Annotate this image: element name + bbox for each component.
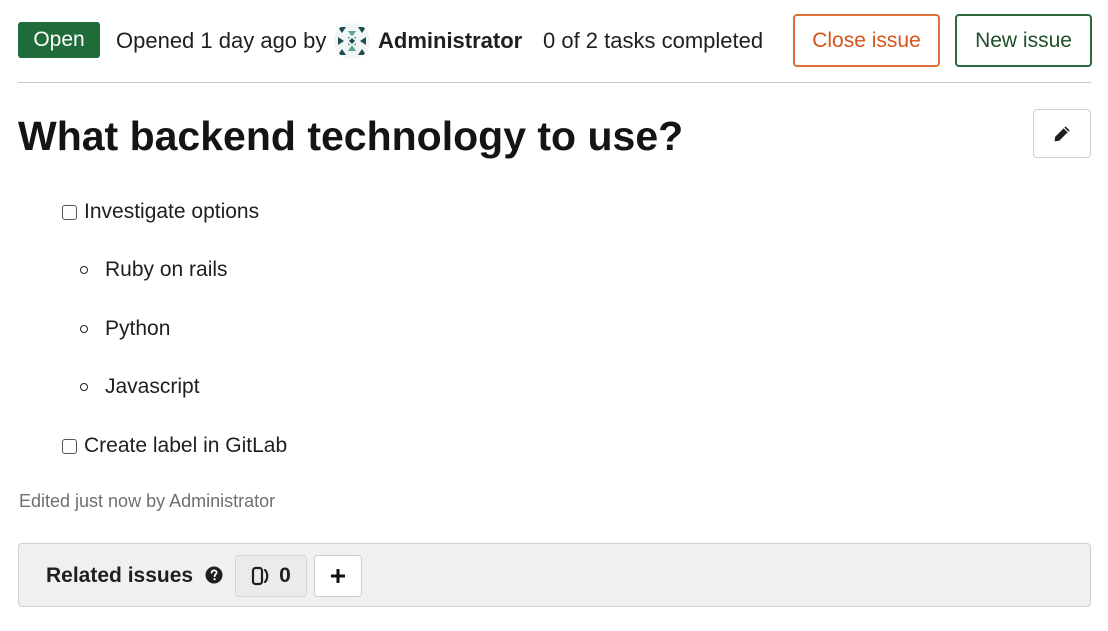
list-item: Javascript <box>80 373 200 401</box>
identicon-icon <box>334 23 370 59</box>
task-label: Investigate options <box>84 200 260 223</box>
bullet-icon <box>80 383 88 391</box>
related-issues-panel: Related issues 0 <box>18 543 1091 607</box>
pencil-icon <box>1054 125 1070 141</box>
task-checkbox[interactable] <box>62 204 77 220</box>
list-item-label: Javascript <box>105 375 200 398</box>
list-item: Python <box>80 315 170 343</box>
task-checkbox[interactable] <box>62 438 77 454</box>
task-item: Investigate options <box>62 198 259 226</box>
close-issue-button[interactable]: Close issue <box>793 14 940 67</box>
author-link[interactable]: Administrator <box>378 27 522 55</box>
task-item: Create label in GitLab <box>62 432 287 460</box>
new-issue-button[interactable]: New issue <box>955 14 1092 67</box>
bullet-icon <box>80 266 88 274</box>
task-label: Create label in GitLab <box>84 434 288 457</box>
issue-page: Open Opened 1 day ago by Administrator 0… <box>0 0 1108 631</box>
list-item: Ruby on rails <box>80 256 228 284</box>
opened-text: Opened 1 day ago by <box>116 28 327 53</box>
plus-icon <box>331 569 345 583</box>
related-count: 0 <box>279 564 291 587</box>
related-count-badge: 0 <box>235 555 307 597</box>
list-item-label: Python <box>105 317 171 340</box>
edited-note: Edited just now by Administrator <box>19 491 276 511</box>
status-badge: Open <box>18 22 100 58</box>
edit-button[interactable] <box>1033 109 1091 158</box>
avatar[interactable] <box>334 23 370 59</box>
issue-title: What backend technology to use? <box>18 113 684 159</box>
list-item-label: Ruby on rails <box>105 258 228 281</box>
header-divider <box>18 82 1091 83</box>
issues-icon <box>252 566 269 586</box>
bullet-icon <box>80 325 88 333</box>
related-issues-title: Related issues <box>46 564 194 587</box>
tasks-summary: 0 of 2 tasks completed <box>543 28 764 53</box>
add-related-issue-button[interactable] <box>314 555 362 597</box>
question-circle-icon[interactable] <box>205 566 223 584</box>
